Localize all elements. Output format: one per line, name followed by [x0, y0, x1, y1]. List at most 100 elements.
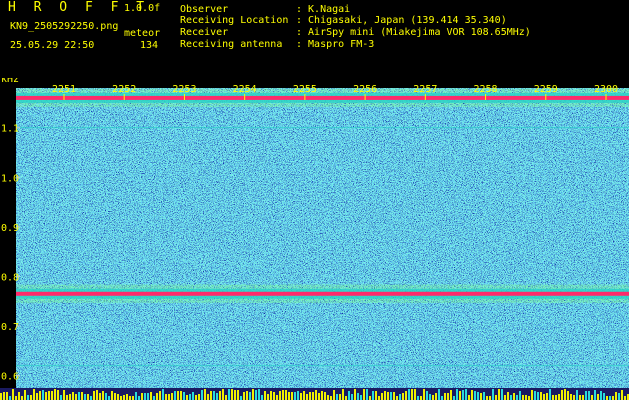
x-tick-label-2258: 2258 — [474, 84, 498, 95]
event-tick — [312, 392, 314, 400]
event-tick — [204, 389, 206, 400]
event-tick — [594, 390, 596, 400]
event-tick — [516, 395, 518, 400]
event-tick — [300, 393, 302, 400]
event-tick — [423, 389, 425, 400]
event-tick — [126, 394, 128, 400]
event-tick — [246, 391, 248, 400]
spectrogram-plot: 2251 2252 2253 2254 2255 2256 2257 2258 2259 2300… — [0, 78, 629, 400]
event-tick — [30, 395, 32, 400]
event-tick — [354, 389, 356, 400]
event-tick — [156, 393, 158, 400]
band-core-1 — [16, 291, 629, 296]
event-tick — [543, 394, 545, 400]
event-tick — [213, 391, 215, 400]
event-tick — [147, 393, 149, 400]
event-tick — [96, 390, 98, 400]
x-tick-label-2253: 2253 — [172, 84, 196, 95]
event-tick — [132, 396, 134, 400]
event-tick — [111, 391, 113, 400]
event-tick — [216, 393, 218, 400]
event-tick — [564, 389, 566, 400]
y-axis-label: kHz — [1, 78, 19, 85]
event-tick — [57, 390, 59, 400]
info-key-receiver: Receiver — [180, 27, 229, 38]
event-tick — [63, 390, 65, 400]
event-tick — [195, 395, 197, 400]
event-tick — [234, 390, 236, 400]
event-tick — [507, 392, 509, 400]
event-tick — [471, 390, 473, 400]
event-tick — [6, 392, 8, 400]
event-tick — [333, 390, 335, 400]
event-tick — [330, 396, 332, 400]
meteor-label: meteor — [124, 28, 161, 39]
event-tick — [495, 395, 497, 400]
y-tick-label-0.6: 0.6 — [1, 372, 19, 383]
x-tick-label-2259: 2259 — [534, 84, 558, 95]
event-tick — [513, 393, 515, 400]
event-tick — [438, 389, 440, 400]
event-tick — [459, 391, 461, 400]
event-tick — [150, 392, 152, 400]
event-tick — [273, 392, 275, 400]
event-tick — [33, 389, 35, 400]
event-tick — [450, 390, 452, 400]
event-tick — [474, 391, 476, 400]
event-tick — [282, 390, 284, 400]
event-tick — [435, 393, 437, 400]
event-tick — [75, 394, 77, 400]
event-tick — [261, 395, 263, 400]
event-tick — [504, 395, 506, 400]
event-tick — [555, 395, 557, 400]
event-tick — [366, 389, 368, 400]
event-tick — [411, 389, 413, 400]
event-tick — [528, 396, 530, 400]
event-tick — [231, 389, 233, 400]
event-tick — [0, 393, 2, 400]
y-tick-label-0.9: 0.9 — [1, 223, 19, 234]
event-tick — [345, 396, 347, 400]
x-tick-label-2255: 2255 — [293, 84, 317, 95]
event-tick — [237, 390, 239, 400]
event-tick — [306, 394, 308, 400]
x-tick-label-2254: 2254 — [233, 84, 257, 95]
event-tick — [519, 391, 521, 400]
event-tick — [117, 394, 119, 400]
event-tick — [267, 394, 269, 400]
y-tick-label-0.8: 0.8 — [1, 272, 19, 283]
info-value-location: : Chigasaki, Japan (139.414 35.340) — [296, 15, 507, 26]
event-tick — [321, 391, 323, 400]
event-tick — [45, 392, 47, 400]
event-tick — [588, 391, 590, 400]
event-tick — [597, 394, 599, 400]
event-tick — [138, 396, 140, 400]
event-tick — [381, 393, 383, 400]
event-tick — [201, 390, 203, 400]
event-tick — [168, 394, 170, 400]
event-tick — [342, 389, 344, 400]
event-tick — [525, 395, 527, 400]
event-tick — [141, 393, 143, 400]
event-tick — [585, 391, 587, 400]
event-tick — [441, 396, 443, 400]
event-tick — [384, 391, 386, 400]
event-tick — [180, 391, 182, 400]
event-tick — [72, 392, 74, 400]
event-tick — [546, 393, 548, 400]
event-tick — [51, 391, 53, 400]
file-name: KN9_2505292250.png — [10, 21, 119, 32]
event-tick — [222, 389, 224, 400]
event-tick — [420, 396, 422, 400]
event-tick — [66, 395, 68, 400]
event-tick — [87, 394, 89, 400]
event-tick — [36, 393, 38, 400]
event-tick — [573, 395, 575, 400]
event-tick — [102, 391, 104, 400]
x-tick-label-2252: 2252 — [112, 84, 136, 95]
event-tick — [120, 396, 122, 400]
event-tick — [183, 392, 185, 400]
event-tick — [15, 396, 17, 400]
band-core-0 — [16, 95, 629, 100]
event-tick — [27, 395, 29, 400]
